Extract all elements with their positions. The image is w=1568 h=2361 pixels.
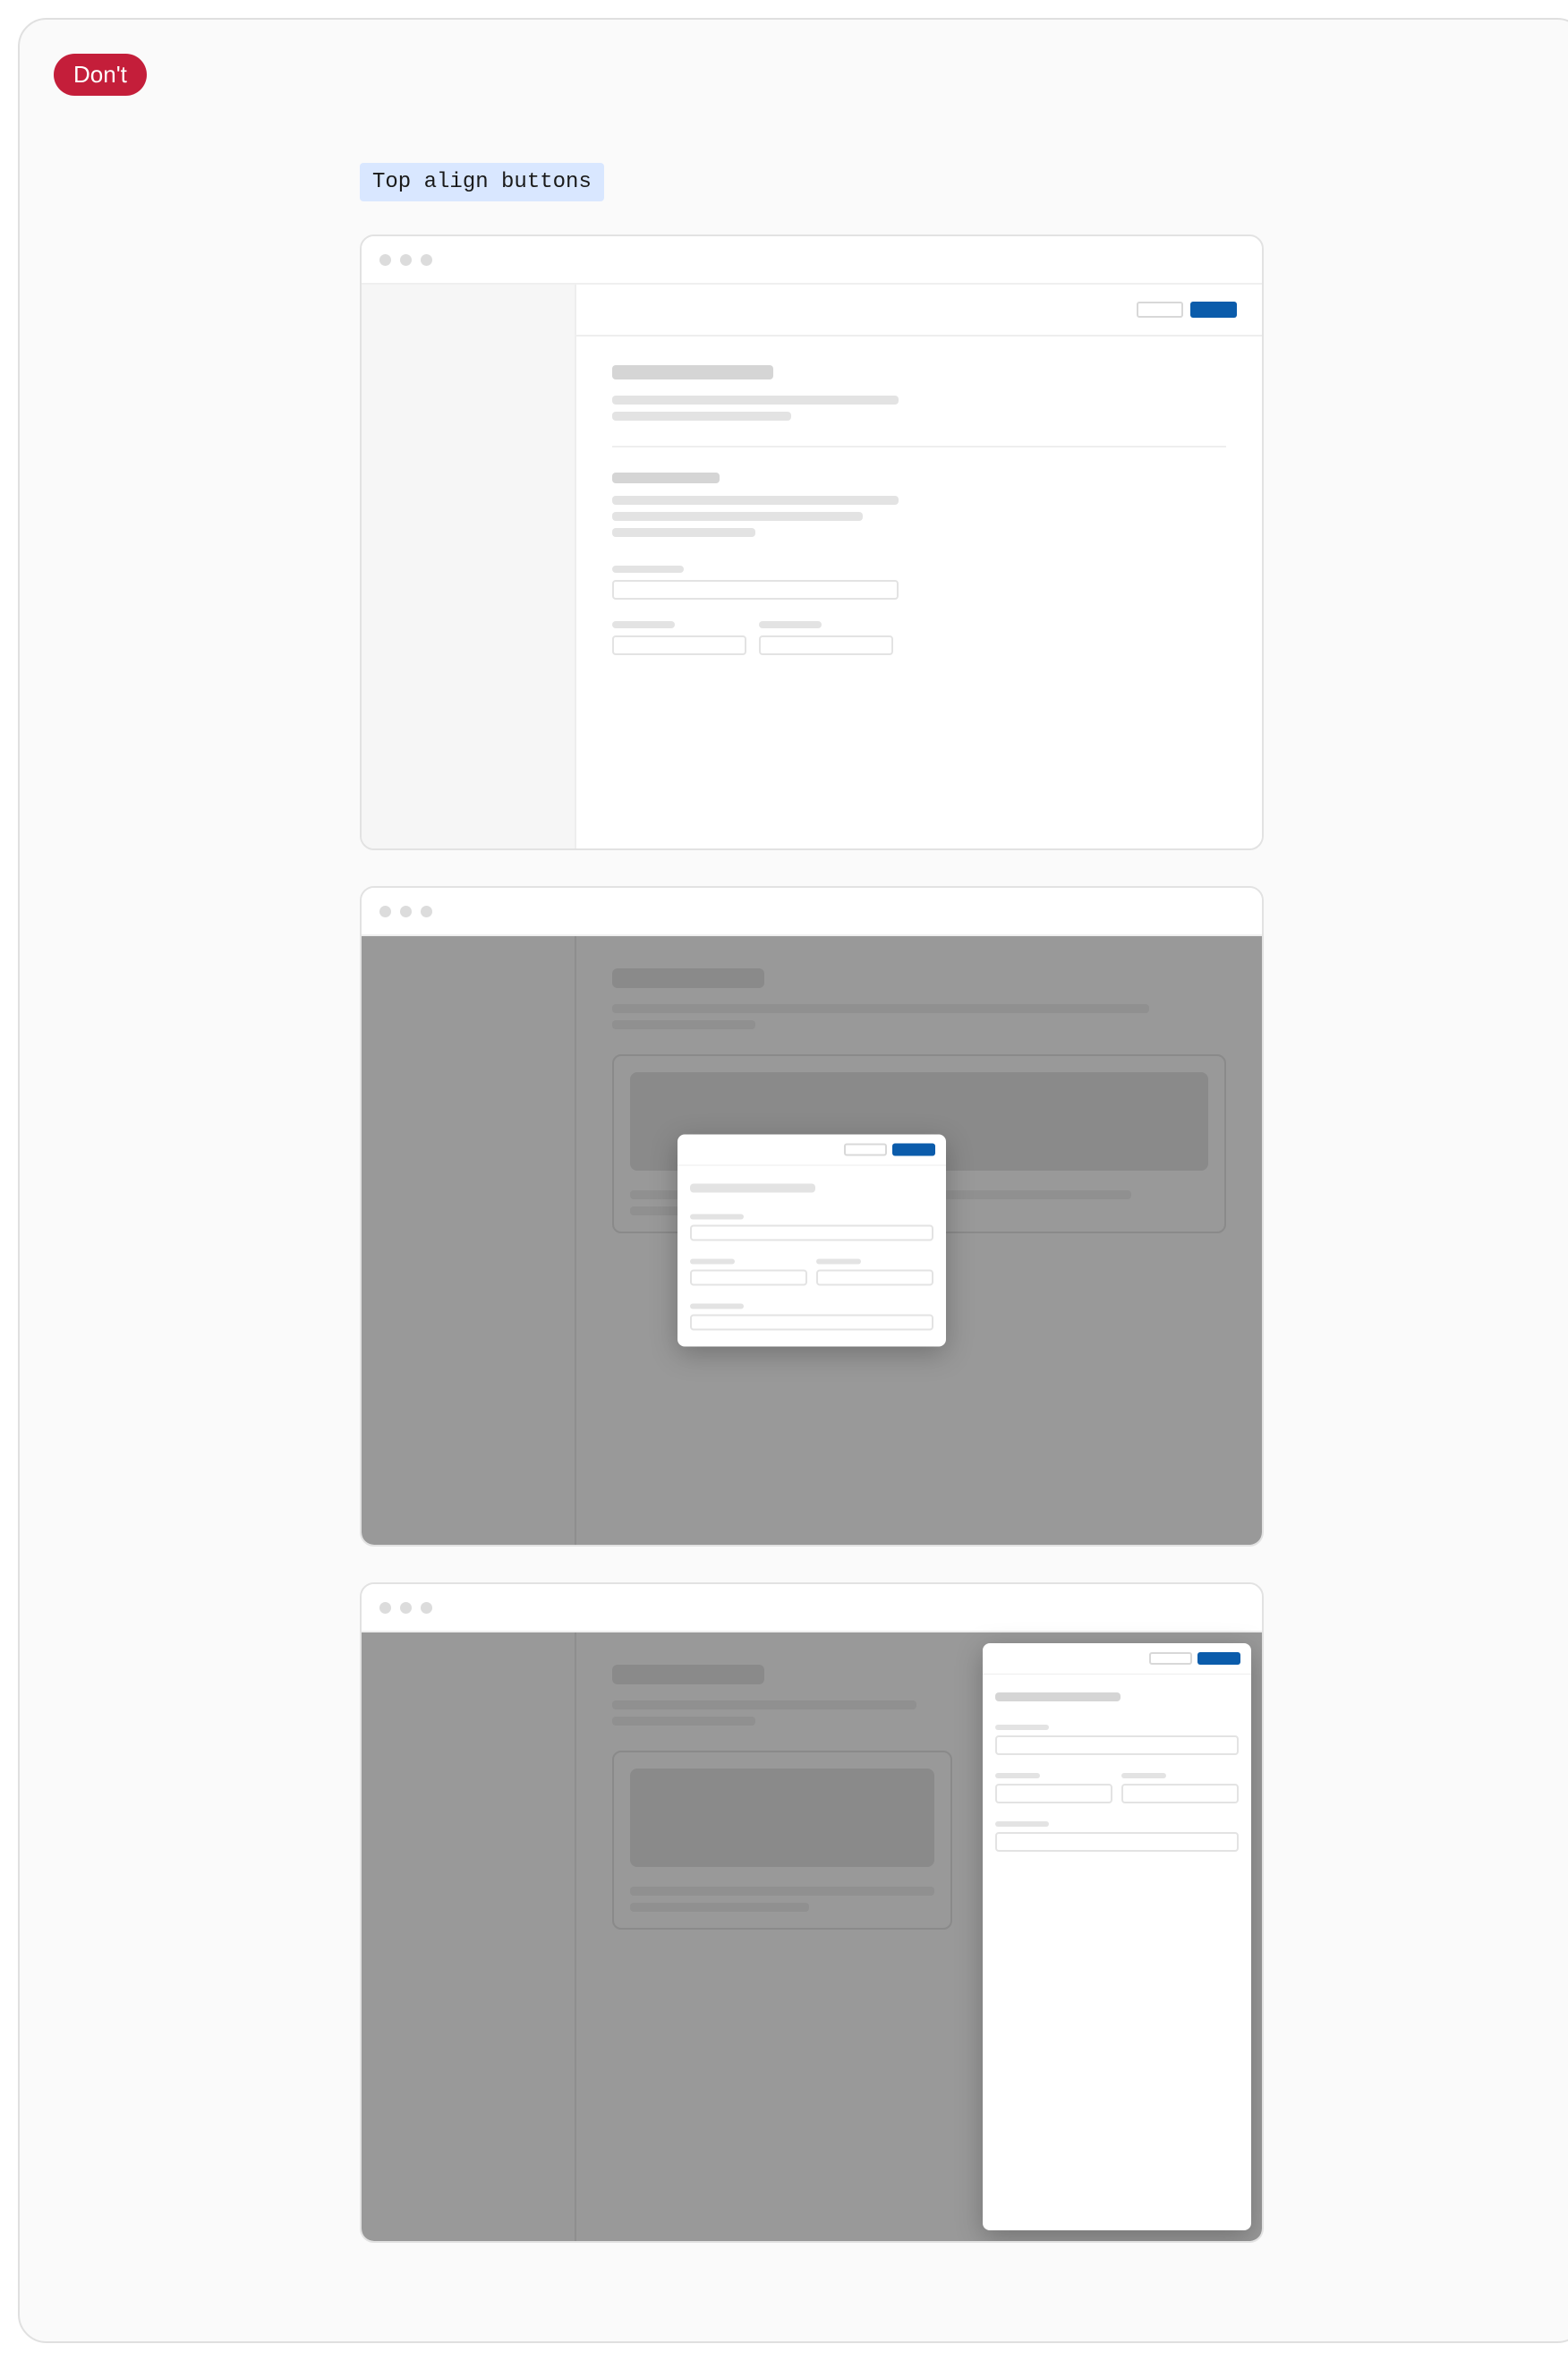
secondary-button-placeholder[interactable] — [1137, 302, 1183, 318]
text-placeholder — [612, 528, 755, 537]
field-label-placeholder — [690, 1304, 744, 1309]
field-label-placeholder — [759, 621, 822, 628]
text-placeholder — [612, 496, 899, 505]
field-label-placeholder — [612, 621, 675, 628]
window-dot — [421, 906, 432, 917]
input-placeholder[interactable] — [995, 1832, 1239, 1852]
text-placeholder — [612, 396, 899, 405]
primary-button-placeholder[interactable] — [892, 1144, 935, 1156]
window-dot — [379, 254, 391, 266]
guideline-frame: Don't Top align buttons — [18, 18, 1568, 2343]
input-placeholder[interactable] — [759, 635, 893, 655]
text-placeholder — [612, 412, 791, 421]
media-placeholder — [630, 1769, 934, 1867]
text-placeholder — [612, 1020, 755, 1029]
primary-button-placeholder[interactable] — [1190, 302, 1237, 318]
text-placeholder — [630, 1903, 809, 1912]
examples-stack — [360, 234, 1264, 2243]
drawer-content — [983, 1674, 1251, 1870]
text-placeholder — [630, 1887, 934, 1896]
modal-content — [677, 1165, 946, 1347]
window-dot — [379, 906, 391, 917]
input-placeholder[interactable] — [995, 1784, 1112, 1803]
input-placeholder[interactable] — [816, 1270, 933, 1286]
input-placeholder[interactable] — [690, 1225, 933, 1241]
window-dot — [421, 254, 432, 266]
dont-badge: Don't — [54, 54, 147, 96]
text-placeholder — [612, 1004, 1149, 1013]
heading-placeholder — [612, 968, 764, 988]
secondary-button-placeholder[interactable] — [1149, 1652, 1192, 1665]
input-placeholder[interactable] — [690, 1315, 933, 1331]
sidebar-placeholder — [362, 285, 576, 848]
browser-chrome — [362, 236, 1262, 285]
window-dot — [400, 254, 412, 266]
card-placeholder — [612, 1751, 952, 1930]
subheading-placeholder — [612, 473, 720, 483]
window-dot — [400, 906, 412, 917]
heading-placeholder — [995, 1692, 1121, 1701]
sidebar-placeholder — [362, 936, 576, 1545]
heading-placeholder — [612, 1665, 764, 1684]
field-label-placeholder — [1121, 1773, 1166, 1778]
drawer-toolbar — [983, 1643, 1251, 1674]
page-content — [576, 337, 1262, 848]
input-placeholder[interactable] — [612, 580, 899, 600]
text-placeholder — [612, 512, 863, 521]
text-placeholder — [612, 1717, 755, 1726]
example-drawer — [360, 1582, 1264, 2243]
primary-button-placeholder[interactable] — [1197, 1652, 1240, 1665]
field-label-placeholder — [816, 1259, 861, 1265]
input-placeholder[interactable] — [690, 1270, 807, 1286]
window-dot — [379, 1602, 391, 1614]
field-label-placeholder — [995, 1821, 1049, 1827]
field-label-placeholder — [690, 1259, 735, 1265]
browser-chrome — [362, 1584, 1262, 1632]
caption-label: Top align buttons — [360, 163, 604, 201]
side-drawer — [983, 1643, 1251, 2230]
heading-placeholder — [612, 365, 773, 379]
example-modal — [360, 886, 1264, 1547]
window-dot — [400, 1602, 412, 1614]
field-label-placeholder — [995, 1725, 1049, 1730]
modal-dialog — [677, 1135, 946, 1347]
example-page — [360, 234, 1264, 850]
divider — [612, 446, 1226, 447]
modal-toolbar — [677, 1135, 946, 1165]
sidebar-placeholder — [362, 1632, 576, 2241]
page-toolbar — [576, 285, 1262, 337]
input-placeholder[interactable] — [995, 1735, 1239, 1755]
field-label-placeholder — [612, 566, 684, 573]
window-dot — [421, 1602, 432, 1614]
input-placeholder[interactable] — [612, 635, 746, 655]
secondary-button-placeholder[interactable] — [844, 1144, 887, 1156]
heading-placeholder — [690, 1184, 815, 1193]
input-placeholder[interactable] — [1121, 1784, 1239, 1803]
field-label-placeholder — [690, 1215, 744, 1220]
field-label-placeholder — [995, 1773, 1040, 1778]
browser-chrome — [362, 888, 1262, 936]
text-placeholder — [612, 1700, 916, 1709]
